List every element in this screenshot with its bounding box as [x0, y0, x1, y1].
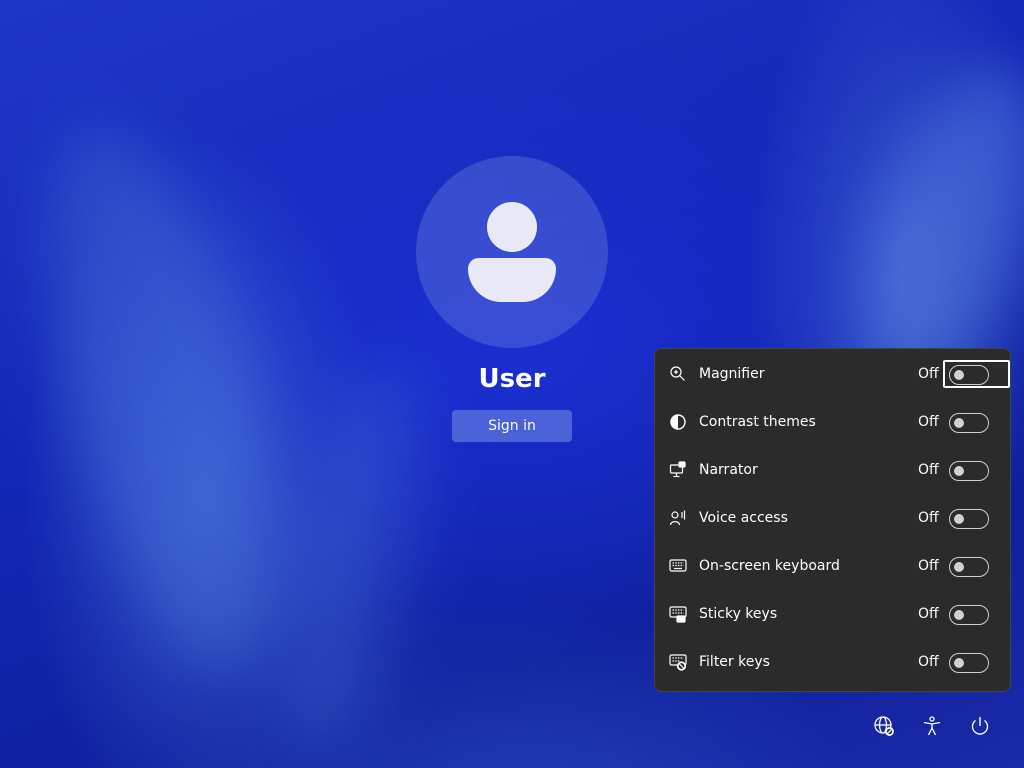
- accessibility-icon[interactable]: [920, 714, 944, 738]
- magnifier-toggle[interactable]: [949, 365, 989, 385]
- sticky-keys-toggle[interactable]: [949, 605, 989, 625]
- item-state: Off: [918, 654, 939, 670]
- voice-access-toggle[interactable]: [949, 509, 989, 529]
- network-icon[interactable]: [872, 714, 896, 738]
- user-avatar: [416, 156, 608, 348]
- item-label: Magnifier: [699, 366, 765, 382]
- narrator-toggle[interactable]: [949, 461, 989, 481]
- on-screen-keyboard-toggle[interactable]: [949, 557, 989, 577]
- contrast-icon: [669, 413, 687, 431]
- keyboard-icon: [669, 557, 687, 575]
- toggle-knob: [954, 514, 964, 524]
- contrast-themes-toggle[interactable]: [949, 413, 989, 433]
- sign-in-button[interactable]: Sign in: [452, 410, 572, 442]
- filter-keys-toggle[interactable]: [949, 653, 989, 673]
- avatar-body: [468, 258, 556, 302]
- voice-access-icon: [669, 509, 687, 527]
- item-state: Off: [918, 462, 939, 478]
- toggle-knob: [954, 610, 964, 620]
- item-state: Off: [918, 414, 939, 430]
- narrator-icon: [669, 461, 687, 479]
- accessibility-item-on-screen-keyboard[interactable]: On-screen keyboard Off: [655, 543, 1010, 591]
- lock-screen: User Sign in Magnifier Off Contrast them…: [0, 0, 1024, 768]
- toggle-knob: [954, 466, 964, 476]
- item-state: Off: [918, 606, 939, 622]
- item-label: Contrast themes: [699, 414, 816, 430]
- item-state: Off: [918, 510, 939, 526]
- accessibility-item-magnifier[interactable]: Magnifier Off: [655, 351, 1010, 399]
- user-name: User: [478, 364, 546, 394]
- toggle-knob: [954, 562, 964, 572]
- toggle-knob: [954, 418, 964, 428]
- item-label: Sticky keys: [699, 606, 778, 622]
- sticky-keys-icon: [669, 605, 687, 623]
- item-label: Filter keys: [699, 654, 770, 670]
- wallpaper-swirl: [266, 353, 444, 767]
- power-icon[interactable]: [968, 714, 992, 738]
- accessibility-item-narrator[interactable]: Narrator Off: [655, 447, 1010, 495]
- accessibility-panel: Magnifier Off Contrast themes Off Narrat…: [654, 348, 1011, 692]
- magnifier-icon: [669, 365, 687, 383]
- accessibility-item-sticky-keys[interactable]: Sticky keys Off: [655, 591, 1010, 639]
- wallpaper-swirl: [0, 104, 330, 696]
- filter-keys-icon: [669, 653, 687, 671]
- accessibility-item-contrast-themes[interactable]: Contrast themes Off: [655, 399, 1010, 447]
- item-state: Off: [918, 558, 939, 574]
- item-label: Voice access: [699, 510, 788, 526]
- toggle-knob: [954, 658, 964, 668]
- avatar-head: [487, 202, 537, 252]
- accessibility-item-voice-access[interactable]: Voice access Off: [655, 495, 1010, 543]
- item-label: Narrator: [699, 462, 758, 478]
- accessibility-item-filter-keys[interactable]: Filter keys Off: [655, 639, 1010, 687]
- item-label: On-screen keyboard: [699, 558, 840, 574]
- toggle-knob: [954, 370, 964, 380]
- item-state: Off: [918, 366, 939, 382]
